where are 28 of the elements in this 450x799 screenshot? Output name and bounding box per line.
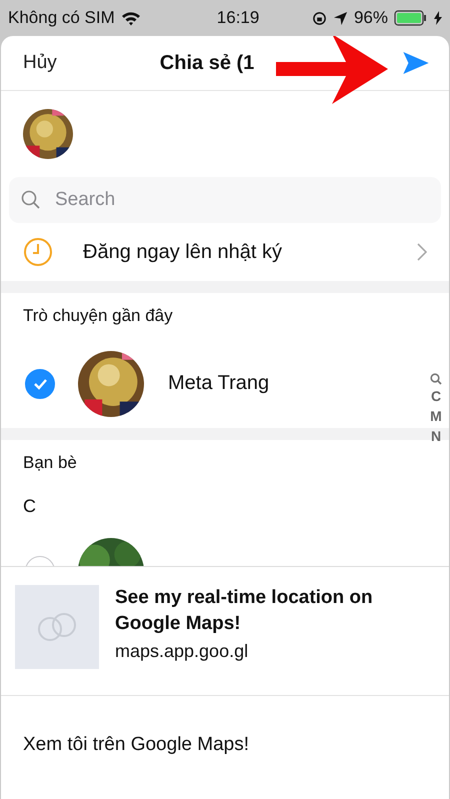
search-icon[interactable]	[430, 373, 442, 385]
battery-percent: 96%	[354, 8, 388, 28]
share-title: Chia sẻ (1	[160, 52, 254, 74]
section-title: Trò chuyện gần đây	[22, 305, 174, 327]
section-title: Bạn bè	[22, 452, 78, 474]
wifi-icon	[120, 10, 141, 26]
index-letter[interactable]: M	[430, 408, 442, 425]
time-text: 16:19	[216, 8, 260, 28]
message-text: Xem tôi trên Google Maps!	[22, 733, 250, 756]
select-checkbox[interactable]	[25, 368, 55, 398]
post-to-timeline-item[interactable]: Đăng ngay lên nhật ký	[1, 223, 449, 281]
index-letter[interactable]: C	[430, 388, 442, 405]
cancel-button[interactable]: Hủy	[23, 52, 57, 74]
chevron-icon	[417, 243, 427, 261]
location-arrow-icon	[332, 10, 348, 26]
search-field[interactable]: Search	[9, 177, 441, 223]
clock-icon	[23, 237, 53, 267]
link-domain: maps.app.goo.gl	[115, 641, 250, 662]
link-title: See my real-time location on Google Maps!	[115, 586, 374, 636]
search-icon	[21, 190, 41, 210]
contact-name: Meta Trang	[168, 372, 270, 395]
send-icon[interactable]	[403, 52, 429, 74]
charging-icon	[434, 11, 442, 25]
group-letter: C	[22, 494, 37, 518]
carrier-text: Không có SIM	[8, 8, 115, 28]
battery-icon	[394, 10, 428, 26]
index-letter[interactable]: N	[430, 428, 442, 445]
rotation-lock-icon	[312, 10, 327, 26]
